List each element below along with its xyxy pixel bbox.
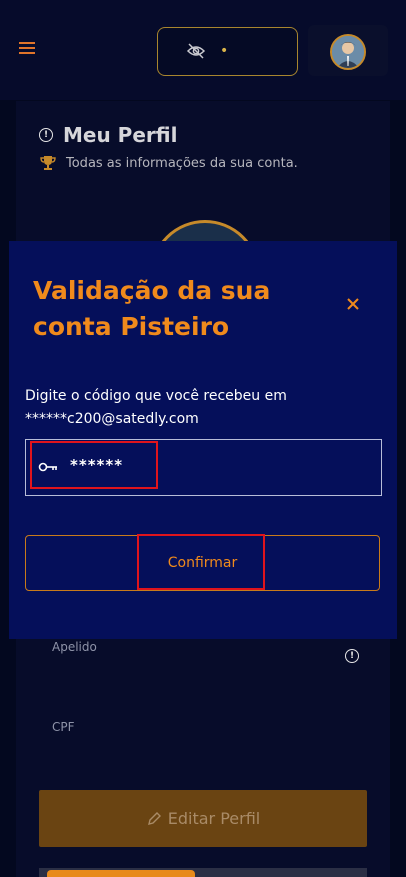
bottom-strip [39, 868, 367, 877]
validation-modal: Validação da sua conta Pisteiro Digite o… [9, 241, 397, 639]
modal-title: Validação da sua conta Pisteiro [33, 276, 271, 341]
edit-profile-button[interactable]: Editar Perfil [39, 790, 367, 847]
avatar-button[interactable] [308, 25, 388, 76]
eye-off-icon[interactable] [186, 42, 206, 60]
modal-description: Digite o código que você recebeu em ****… [25, 388, 287, 427]
close-icon[interactable] [345, 296, 361, 312]
top-bar: • [0, 0, 406, 100]
balance-box[interactable]: • [157, 27, 298, 76]
balance-value: • [220, 43, 229, 59]
field-label-apelido: Apelido [52, 640, 97, 654]
highlight-box-input [30, 441, 158, 489]
bottom-pill [47, 870, 195, 877]
page-subtitle: Todas as informações da sua conta. [66, 156, 298, 171]
user-avatar[interactable] [330, 34, 366, 70]
field-label-cpf: CPF [52, 720, 75, 734]
info-icon: ! [39, 128, 53, 142]
page-title: Meu Perfil [63, 123, 178, 147]
pencil-icon [147, 811, 161, 825]
hamburger-menu-icon[interactable] [19, 42, 35, 56]
info-icon[interactable]: ! [345, 649, 359, 663]
edit-profile-label: Editar Perfil [167, 809, 261, 828]
highlight-box-confirm [137, 534, 265, 590]
trophy-icon [40, 156, 56, 170]
